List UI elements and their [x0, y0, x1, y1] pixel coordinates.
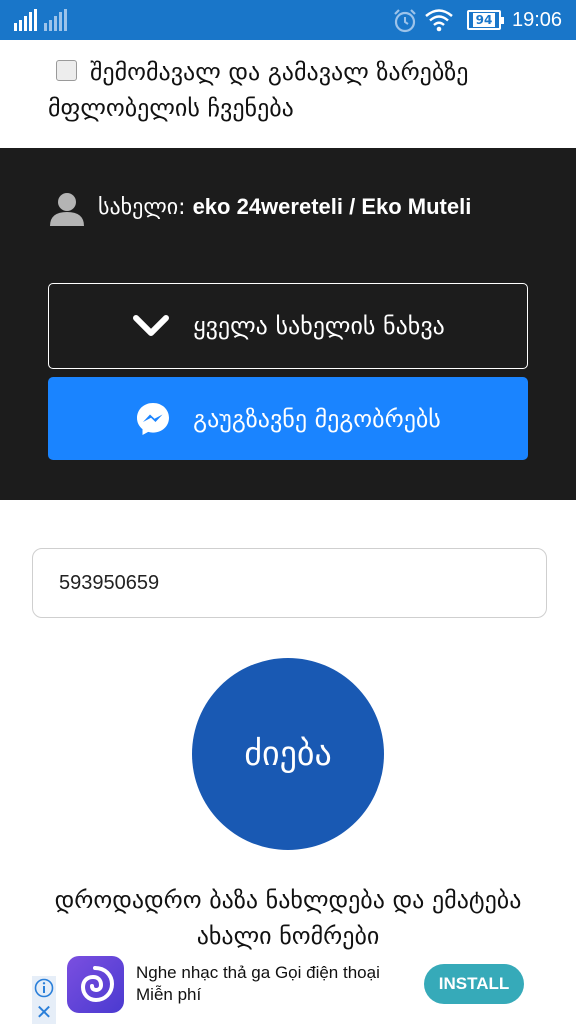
show-owner-option[interactable]: შემომავალ და გამავალ ზარებზე მფლობელის ჩ… — [0, 40, 576, 148]
name-label: სახელი: — [98, 195, 186, 220]
status-bar: 94 19:06 — [0, 0, 576, 40]
install-button[interactable]: INSTALL — [424, 964, 524, 1004]
app-icon[interactable] — [67, 956, 124, 1013]
send-to-friends-label: გაუგზავნე მეგობრებს — [193, 404, 441, 433]
show-owner-label: შემომავალ და გამავალ ზარებზე მფლობელის ჩ… — [48, 58, 469, 122]
person-icon — [50, 193, 84, 226]
ad-info-icon[interactable] — [32, 976, 56, 1000]
see-all-names-label: ყველა სახელის ნახვა — [193, 312, 445, 340]
wifi-icon — [425, 9, 453, 32]
database-update-note: დროდადრო ბაზა ნახლდება და ემატება ახალი … — [54, 886, 522, 950]
ad-close-icon[interactable]: ✕ — [32, 1000, 56, 1024]
show-owner-checkbox[interactable] — [56, 60, 77, 81]
see-all-names-button[interactable]: ყველა სახელის ნახვა — [48, 283, 528, 369]
status-clock: 19:06 — [512, 9, 563, 31]
search-button[interactable]: ძიება — [192, 658, 384, 850]
name-value: eko 24wereteli / Eko Muteli — [192, 194, 472, 219]
signal-icon — [14, 9, 67, 31]
chevron-down-icon — [133, 315, 170, 336]
alarm-icon — [394, 9, 416, 33]
ad-title[interactable]: Nghe nhạc thả ga Gọi điện thoại Miễn phí — [136, 962, 406, 1006]
ad-banner[interactable]: ✕ Nghe nhạc thả ga Gọi điện thoại Miễn p… — [0, 954, 576, 1024]
profile-section: სახელი: eko 24wereteli / Eko Muteli ყველ… — [0, 148, 576, 500]
battery-icon: 94 — [467, 10, 504, 30]
profile-name: სახელი: eko 24wereteli / Eko Muteli — [48, 189, 548, 226]
battery-level: 94 — [472, 13, 496, 27]
swirl-icon — [80, 966, 115, 1003]
send-to-friends-button[interactable]: გაუგზავნე მეგობრებს — [48, 377, 528, 460]
messenger-icon — [137, 402, 170, 435]
phone-number-input[interactable] — [32, 548, 547, 618]
